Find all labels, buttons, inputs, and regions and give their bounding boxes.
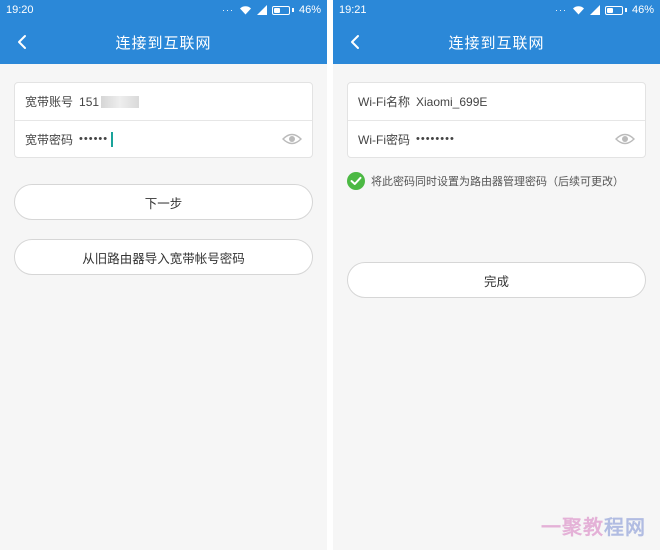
checkmark-icon[interactable]	[347, 172, 365, 190]
admin-password-option[interactable]: 将此密码同时设置为路由器管理密码（后续可更改）	[347, 172, 660, 190]
wifi-name-field[interactable]: Wi-Fi名称 Xiaomi_699E	[348, 83, 645, 120]
eye-icon[interactable]	[282, 132, 302, 146]
next-button[interactable]: 下一步	[14, 184, 313, 220]
battery-icon	[604, 5, 627, 15]
page-title: 连接到互联网	[448, 34, 545, 52]
password-label: 宽带密码	[25, 132, 74, 147]
done-button[interactable]: 完成	[347, 262, 646, 298]
status-bar: 19:20 ··· 46%	[0, 0, 327, 20]
phone-screen-left: 19:20 ··· 46% 连接到互联网 宽带账号 151 宽带密码 •••••…	[0, 0, 327, 550]
account-field[interactable]: 宽带账号 151	[15, 83, 312, 120]
status-time: 19:21	[339, 4, 367, 16]
password-field[interactable]: 宽带密码 ••••••	[15, 120, 312, 157]
page-title: 连接到互联网	[115, 34, 212, 52]
account-redacted	[101, 95, 140, 108]
status-time: 19:20	[6, 4, 34, 16]
nav-bar: 连接到互联网	[333, 20, 660, 64]
wifi-name-value[interactable]: Xiaomi_699E	[416, 95, 487, 109]
back-chevron-icon[interactable]	[14, 33, 32, 51]
password-value[interactable]: ••••••	[79, 133, 108, 145]
notification-dots-icon: ···	[221, 5, 234, 15]
broadband-form: 宽带账号 151 宽带密码 ••••••	[14, 82, 313, 158]
battery-fill	[273, 7, 281, 13]
battery-fill	[606, 7, 614, 13]
wifi-icon	[572, 6, 584, 15]
wifi-password-label: Wi-Fi密码	[358, 132, 410, 147]
eye-icon[interactable]	[615, 132, 635, 146]
status-bar: 19:21 ··· 46%	[333, 0, 660, 20]
site-watermark: 一聚教程网	[541, 515, 646, 539]
account-label: 宽带账号	[25, 95, 74, 109]
battery-percent: 46%	[631, 4, 654, 16]
import-credentials-button[interactable]: 从旧路由器导入宽带帐号密码	[14, 239, 313, 275]
wifi-name-label: Wi-Fi名称	[358, 95, 410, 109]
wifi-password-field[interactable]: Wi-Fi密码 ••••••••	[348, 120, 645, 157]
signal-icon	[256, 5, 267, 15]
notification-dots-icon: ···	[554, 5, 567, 15]
phone-screen-right: 19:21 ··· 46% 连接到互联网 Wi-Fi名称 Xiaomi_699E…	[333, 0, 660, 550]
text-cursor	[111, 131, 114, 147]
status-icons: ··· 46%	[555, 4, 654, 16]
account-value[interactable]: 151	[79, 95, 99, 109]
admin-password-option-label: 将此密码同时设置为路由器管理密码（后续可更改）	[371, 176, 624, 188]
signal-icon	[589, 5, 600, 15]
battery-percent: 46%	[298, 4, 321, 16]
battery-icon	[271, 5, 294, 15]
wifi-icon	[239, 6, 251, 15]
wifi-form: Wi-Fi名称 Xiaomi_699E Wi-Fi密码 ••••••••	[347, 82, 646, 158]
wifi-password-value[interactable]: ••••••••	[416, 133, 455, 145]
nav-bar: 连接到互联网	[0, 20, 327, 64]
back-chevron-icon[interactable]	[347, 33, 365, 51]
status-icons: ··· 46%	[222, 4, 321, 16]
